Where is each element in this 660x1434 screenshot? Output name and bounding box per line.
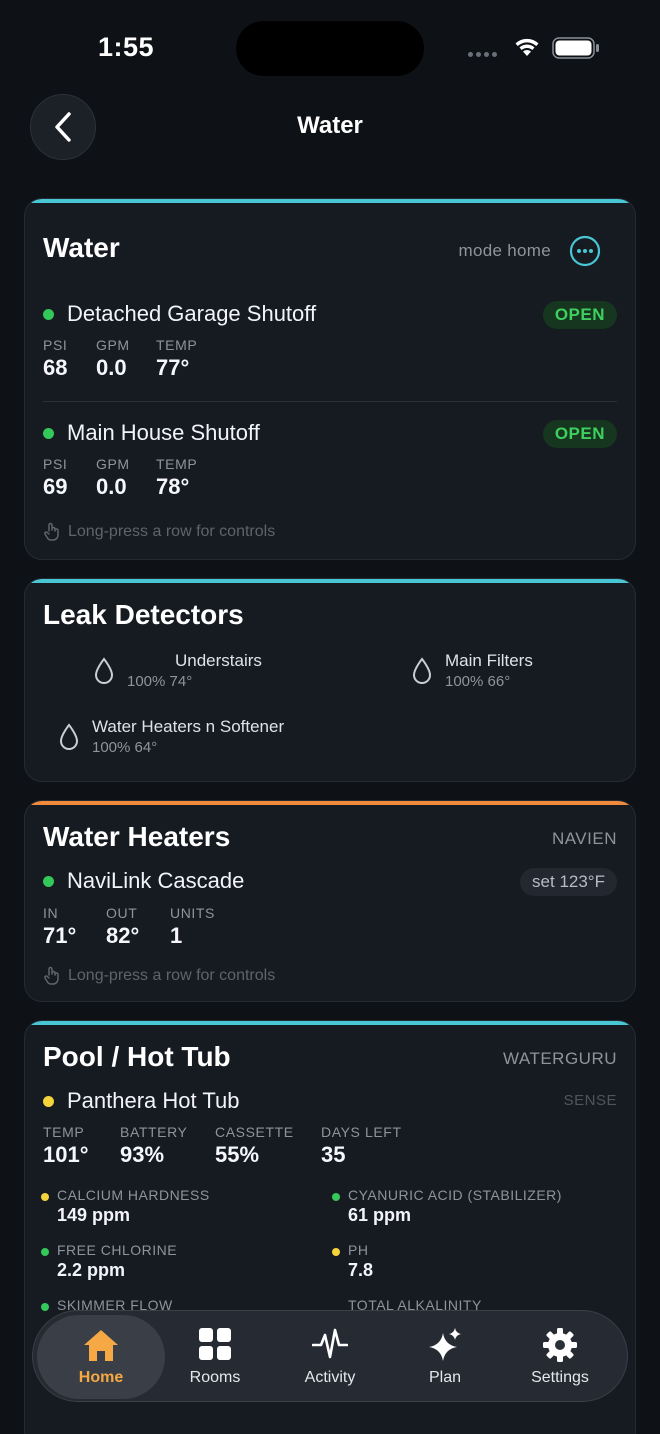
leak-detectors-card: Leak Detectors Understairs 100% 74° Main … <box>24 578 636 782</box>
stat-units: UNITS 1 <box>170 905 215 948</box>
tab-label: Plan <box>428 1369 462 1386</box>
stat-temp: TEMP 77° <box>156 337 198 380</box>
mode-label: mode home <box>458 241 551 260</box>
setpoint-badge: set 123°F <box>520 868 617 896</box>
status-badge: OPEN <box>542 420 617 448</box>
more-options-icon[interactable] <box>569 235 601 267</box>
leak-sensor-detail: 100% 66° <box>445 673 511 690</box>
tab-label: Settings <box>531 1369 589 1386</box>
status-bar: 1:55 <box>0 0 660 100</box>
battery-icon <box>552 37 599 59</box>
card-accent-bar <box>25 801 635 805</box>
card-title: Leak Detectors <box>43 599 244 630</box>
tab-activity[interactable]: Activity <box>270 1311 390 1403</box>
leak-sensor-item[interactable]: Understairs 100% 74° <box>93 651 262 690</box>
stat-gpm: GPM 0.0 <box>96 456 130 499</box>
hint-text: Long-press a row for controls <box>68 522 276 540</box>
dynamic-island <box>236 21 424 76</box>
leak-sensor-name: Understairs <box>175 651 262 670</box>
tab-label: Rooms <box>189 1369 241 1386</box>
heater-name: NaviLink Cascade <box>67 868 245 893</box>
status-time: 1:55 <box>98 32 155 62</box>
tab-label: Home <box>78 1369 124 1386</box>
status-dot <box>43 876 54 887</box>
tab-rooms[interactable]: Rooms <box>155 1311 275 1403</box>
page-title: Water <box>297 112 363 139</box>
card-accent-bar <box>25 1021 635 1025</box>
status-dot <box>43 428 54 439</box>
stat-temp: TEMP 78° <box>156 456 198 499</box>
tab-settings[interactable]: Settings <box>500 1311 620 1403</box>
divider <box>43 401 617 402</box>
long-press-hint: Long-press a row for controls <box>43 522 275 541</box>
stat-days-left: DAYS LEFT 35 <box>321 1124 402 1167</box>
card-accent-bar <box>25 579 635 583</box>
stat-gpm: GPM 0.0 <box>96 337 130 380</box>
stat-out: OUT 82° <box>106 905 140 948</box>
sparkle-icon <box>429 1328 461 1361</box>
source-label: SENSE <box>563 1092 617 1109</box>
leak-sensor-detail: 100% 64° <box>92 739 158 756</box>
leak-sensor-name: Water Heaters n Softener <box>92 717 285 736</box>
brand-label: WATERGURU <box>502 1049 617 1068</box>
card-title: Water <box>43 232 120 263</box>
card-accent-bar <box>25 199 635 203</box>
tab-plan[interactable]: Plan <box>385 1311 505 1403</box>
chem-free-chlorine: FREE CHLORINE 2.2 ppm <box>41 1242 177 1281</box>
tab-home[interactable]: Home <box>37 1315 165 1399</box>
hand-tap-icon <box>44 522 59 541</box>
stat-cassette: CASSETTE 55% <box>215 1124 294 1167</box>
navigation-bar: Water <box>0 92 660 162</box>
leak-sensor-name: Main Filters <box>445 651 533 670</box>
water-drop-icon <box>94 656 114 684</box>
stat-battery: BATTERY 93% <box>120 1124 188 1167</box>
leak-sensor-item[interactable]: Water Heaters n Softener 100% 64° <box>58 717 284 756</box>
wifi-icon <box>515 38 539 56</box>
status-badge: OPEN <box>542 301 617 329</box>
chem-calcium-hardness: CALCIUM HARDNESS 149 ppm <box>41 1187 210 1226</box>
device-name[interactable]: Panthera Hot Tub <box>67 1088 239 1114</box>
tab-label: Activity <box>304 1369 356 1386</box>
valve-name: Detached Garage Shutoff <box>67 301 317 326</box>
water-heaters-card: Water Heaters NAVIEN NaviLink Cascade se… <box>24 800 636 1002</box>
water-drop-icon <box>59 722 79 750</box>
status-dot <box>43 309 54 320</box>
stat-psi: PSI 69 <box>43 456 68 499</box>
leak-sensor-item[interactable]: Main Filters 100% 66° <box>411 651 533 690</box>
stat-psi: PSI 68 <box>43 337 68 380</box>
cellular-signal-icon <box>468 52 497 57</box>
grid-icon <box>199 1328 231 1360</box>
stat-in: IN 71° <box>43 905 77 948</box>
pulse-icon <box>312 1328 348 1359</box>
card-title: Water Heaters <box>43 821 231 852</box>
hint-text: Long-press a row for controls <box>68 966 276 984</box>
stat-temp: TEMP 101° <box>43 1124 89 1167</box>
water-drop-icon <box>412 656 432 684</box>
chem-ph: PH 7.8 <box>332 1242 373 1281</box>
brand-label: NAVIEN <box>551 829 617 848</box>
house-icon <box>84 1330 118 1361</box>
valve-name: Main House Shutoff <box>67 420 260 445</box>
gear-icon <box>543 1328 577 1362</box>
long-press-hint: Long-press a row for controls <box>43 966 275 985</box>
tab-bar: Home Rooms Activity Plan Settings <box>32 1310 628 1402</box>
card-title: Pool / Hot Tub <box>43 1041 231 1072</box>
leak-sensor-detail: 100% 74° <box>127 673 193 690</box>
chem-cyanuric-acid: CYANURIC ACID (STABILIZER) 61 ppm <box>332 1187 562 1226</box>
water-card: Water mode home Detached Garage Shutoff … <box>24 198 636 560</box>
hand-tap-icon <box>44 966 59 985</box>
status-dot <box>43 1096 54 1107</box>
